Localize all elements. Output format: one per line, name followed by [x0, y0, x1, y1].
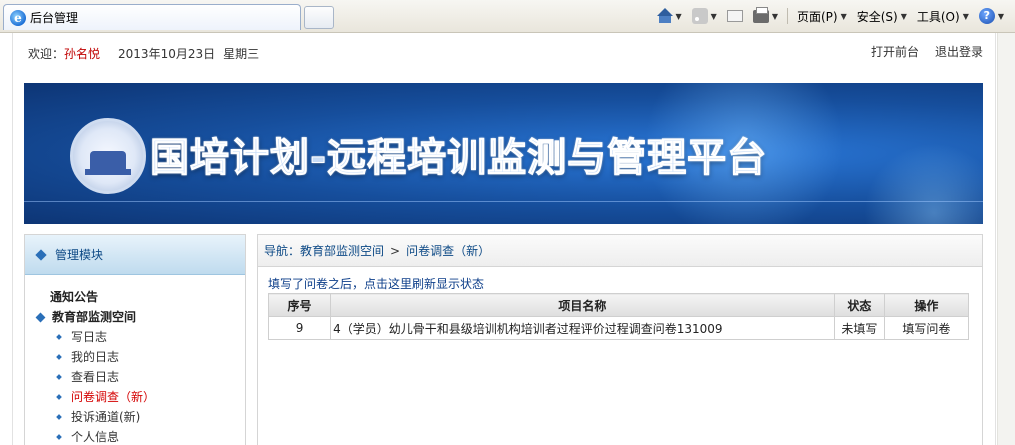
home-button[interactable]: ▼ — [654, 8, 685, 24]
toolbar-divider — [786, 8, 788, 24]
column-header-action: 操作 — [883, 293, 970, 317]
diamond-icon — [35, 312, 46, 322]
cell-status: 未填写 — [833, 316, 885, 340]
current-weekday: 星期三 — [223, 46, 260, 61]
diamond-icon — [35, 248, 47, 261]
welcome-label: 欢迎： — [28, 46, 65, 61]
banner-glow — [864, 143, 983, 224]
sidebar-section-monitoring[interactable]: 教育部监测空间 — [25, 307, 245, 327]
chevron-down-icon: ▼ — [675, 11, 682, 21]
bullet-icon — [56, 354, 62, 360]
sidebar-item-label: 投诉通道(新) — [71, 410, 141, 424]
top-bar: 欢迎： 孙名悦 2013年10月23日 星期三 打开前台 退出登录 — [13, 33, 997, 73]
bullet-icon — [56, 434, 62, 440]
sidebar-item-label: 个人信息 — [71, 430, 120, 444]
print-button[interactable]: ▼ — [750, 6, 781, 23]
sidebar-item-label: 写日志 — [71, 330, 108, 344]
banner-line — [24, 201, 983, 202]
username: 孙名悦 — [64, 46, 101, 61]
page-menu[interactable]: 页面(P) ▼ — [794, 8, 850, 25]
browser-chrome: e 后台管理 ▼ ▼ ▼ 页面(P) ▼ 安全(S) ▼ 工具(O) ▼ ? ▼ — [0, 0, 1015, 33]
emblem-logo — [70, 118, 146, 194]
breadcrumb-prefix: 导航： — [264, 244, 301, 258]
home-icon — [656, 8, 673, 24]
vertical-scrollbar[interactable] — [997, 33, 1015, 445]
column-header-name: 项目名称 — [330, 293, 835, 317]
new-tab-button[interactable] — [304, 6, 334, 29]
safety-menu[interactable]: 安全(S) ▼ — [854, 8, 910, 25]
tools-menu[interactable]: 工具(O) ▼ — [914, 8, 972, 25]
table-header-row: 序号 项目名称 状态 操作 — [267, 293, 970, 317]
safety-menu-label: 安全(S) — [856, 9, 898, 24]
open-front-link[interactable]: 打开前台 — [871, 43, 919, 60]
logout-link[interactable]: 退出登录 — [935, 43, 983, 60]
sidebar-title: 管理模块 — [55, 248, 104, 262]
cell-no: 9 — [267, 316, 332, 340]
tab-title: 后台管理 — [30, 11, 79, 25]
chevron-down-icon: ▼ — [840, 11, 847, 21]
tools-menu-label: 工具(O) — [916, 9, 960, 24]
chevron-down-icon: ▼ — [997, 11, 1004, 21]
cell-name: 4（学员）幼儿骨干和县级培训机构培训者过程评价过程调查问卷131009 — [330, 316, 835, 340]
sidebar-item-profile[interactable]: 个人信息 — [25, 427, 245, 445]
chevron-down-icon: ▼ — [900, 11, 907, 21]
column-header-status: 状态 — [833, 293, 885, 317]
sidebar-item-label: 问卷调查（新） — [71, 390, 156, 404]
sidebar-body: 通知公告 教育部监测空间 写日志 我的日志 查看日志 问卷调查（新） 投诉通道(… — [25, 275, 245, 445]
feeds-button[interactable]: ▼ — [689, 8, 720, 24]
sidebar-item-label: 我的日志 — [71, 350, 120, 364]
rss-icon — [691, 8, 708, 24]
breadcrumb-separator: > — [390, 243, 401, 258]
sidebar-item-complaints[interactable]: 投诉通道(新) — [25, 407, 245, 427]
bullet-icon — [56, 394, 62, 400]
bullet-icon — [56, 334, 62, 340]
main-content: 导航： 教育部监测空间 > 问卷调查（新） 填写了问卷之后，点击这里刷新显示状态… — [257, 234, 983, 445]
survey-table: 序号 项目名称 状态 操作 9 4（学员）幼儿骨干和县级培训机构培训者过程评价过… — [267, 293, 970, 340]
help-icon: ? — [978, 8, 995, 24]
page-menu-label: 页面(P) — [796, 9, 838, 24]
sidebar-item-label: 查看日志 — [71, 370, 120, 384]
sidebar-item-view-log[interactable]: 查看日志 — [25, 367, 245, 387]
banner: 国培计划-远程培训监测与管理平台 — [24, 83, 983, 224]
sidebar-item-survey[interactable]: 问卷调查（新） — [25, 387, 245, 407]
bullet-icon — [56, 414, 62, 420]
breadcrumb-current: 问卷调查（新） — [406, 244, 491, 258]
help-menu[interactable]: ? ▼ — [976, 8, 1007, 24]
sidebar-item-my-log[interactable]: 我的日志 — [25, 347, 245, 367]
mail-icon — [726, 10, 743, 22]
chevron-down-icon: ▼ — [962, 11, 969, 21]
ie-icon: e — [10, 9, 26, 26]
table-row: 9 4（学员）幼儿骨干和县级培训机构培训者过程评价过程调查问卷131009 未填… — [267, 316, 970, 340]
sidebar-item-write-log[interactable]: 写日志 — [25, 327, 245, 347]
command-bar: ▼ ▼ ▼ 页面(P) ▼ 安全(S) ▼ 工具(O) ▼ ? ▼ — [654, 6, 1008, 26]
page: 欢迎： 孙名悦 2013年10月23日 星期三 打开前台 退出登录 国培计划-远… — [12, 33, 996, 445]
breadcrumb: 导航： 教育部监测空间 > 问卷调查（新） — [258, 235, 982, 267]
column-header-no: 序号 — [267, 293, 332, 317]
chevron-down-icon: ▼ — [710, 11, 717, 21]
chevron-down-icon: ▼ — [771, 11, 778, 21]
browser-tab[interactable]: e 后台管理 — [3, 4, 301, 30]
sidebar-section-label: 教育部监测空间 — [52, 310, 137, 324]
sidebar-section-notices[interactable]: 通知公告 — [25, 287, 245, 307]
top-links: 打开前台 退出登录 — [871, 43, 983, 60]
current-date: 2013年10月23日 — [118, 46, 216, 61]
breadcrumb-parent[interactable]: 教育部监测空间 — [300, 242, 384, 259]
sidebar: 管理模块 通知公告 教育部监测空间 写日志 我的日志 查看日志 问卷调查（新） … — [24, 234, 246, 445]
banner-title: 国培计划-远程培训监测与管理平台 — [149, 136, 768, 182]
sidebar-header: 管理模块 — [25, 235, 245, 275]
printer-icon — [752, 6, 769, 23]
bullet-icon — [56, 374, 62, 380]
fill-survey-link[interactable]: 填写问卷 — [883, 316, 970, 340]
refresh-link[interactable]: 填写了问卷之后，点击这里刷新显示状态 — [268, 277, 982, 291]
mail-button[interactable] — [724, 10, 746, 22]
